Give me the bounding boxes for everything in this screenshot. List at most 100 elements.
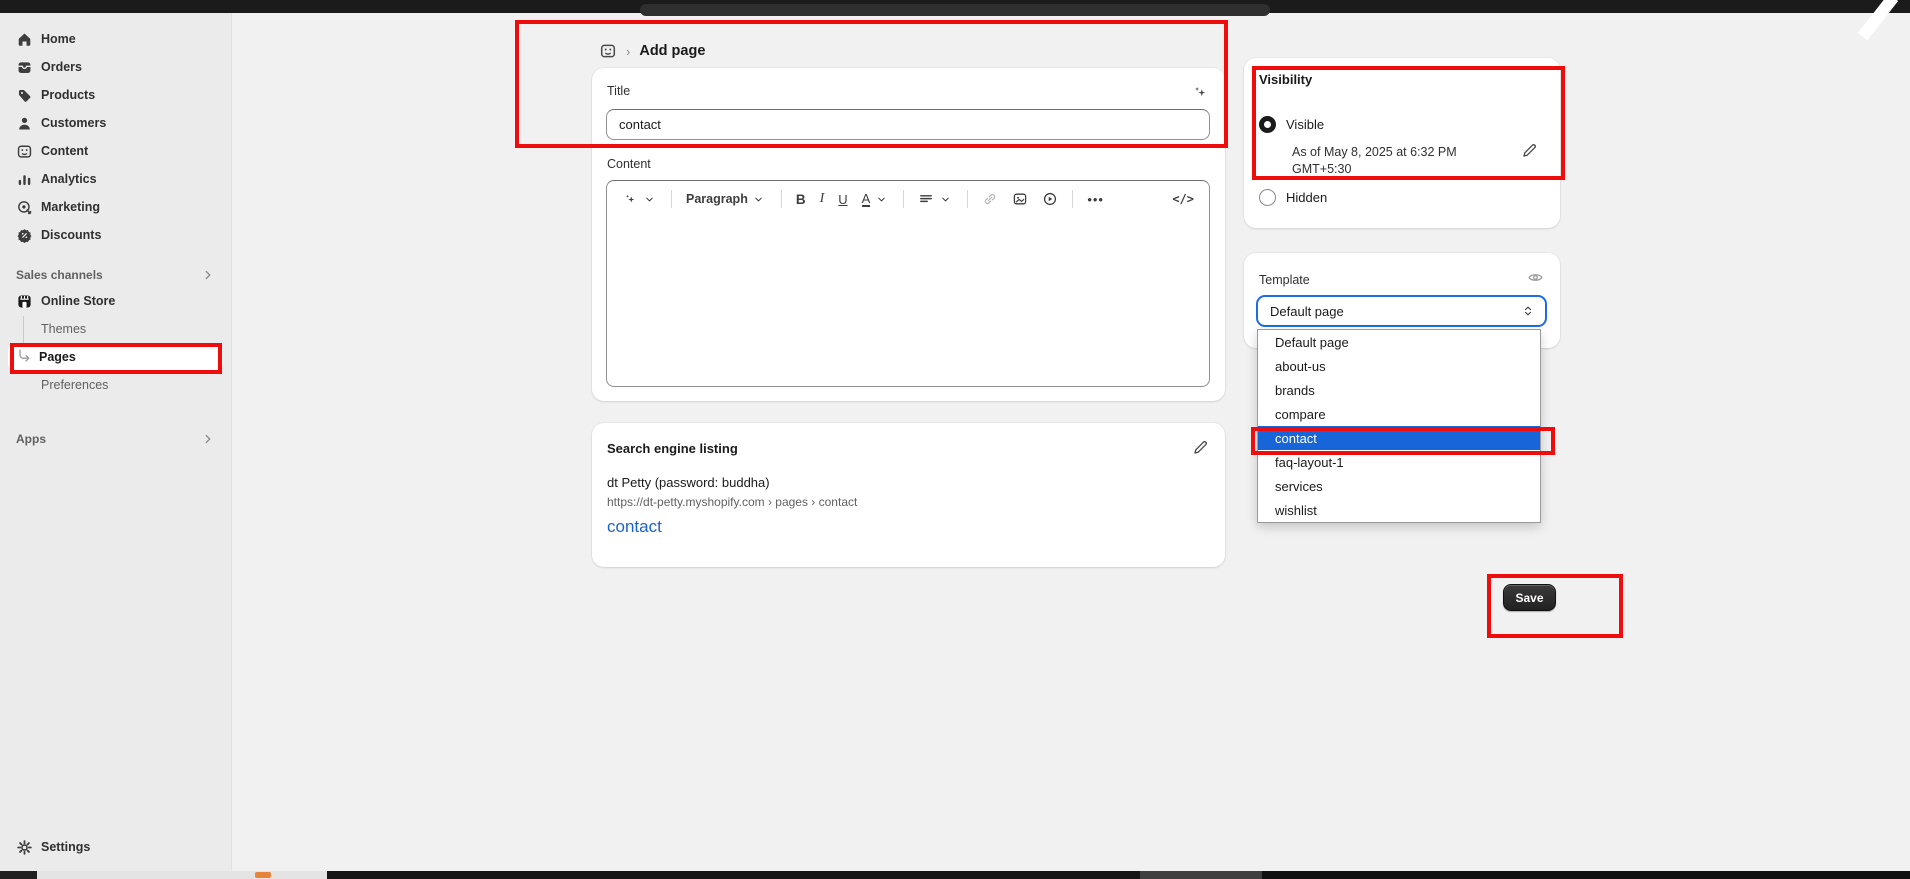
page-icon[interactable] (599, 42, 617, 60)
sidebar-item-themes[interactable]: Themes (8, 315, 223, 343)
sidebar-item-orders[interactable]: Orders (8, 53, 223, 81)
alignment-button[interactable] (913, 188, 958, 210)
italic-label: I (820, 191, 825, 207)
sidebar-item-settings[interactable]: Settings (8, 833, 223, 861)
sidebar-item-marketing[interactable]: Marketing (8, 193, 223, 221)
template-option-wishlist[interactable]: wishlist (1258, 498, 1540, 522)
sidebar-item-home[interactable]: Home (8, 25, 223, 53)
insert-image-button[interactable] (1007, 188, 1033, 210)
chevron-down-icon (641, 191, 657, 207)
template-option-about-us[interactable]: about-us (1258, 354, 1540, 378)
apps-label: Apps (16, 432, 46, 446)
discounts-icon (16, 227, 33, 244)
text-color-button[interactable]: A (857, 188, 895, 210)
sidebar-item-label: Content (41, 144, 88, 158)
template-option-services[interactable]: services (1258, 474, 1540, 498)
topbar-search-pill[interactable] (640, 4, 1270, 16)
sidebar-item-label: Marketing (41, 200, 100, 214)
sidebar-item-label: Pages (39, 350, 76, 364)
template-option-contact[interactable]: contact (1258, 426, 1540, 450)
toolbar-divider (1072, 190, 1073, 208)
edit-pencil-icon[interactable] (1192, 439, 1209, 456)
toolbar-divider (781, 190, 782, 208)
visible-radio-option[interactable]: Visible (1259, 116, 1324, 133)
chevron-down-icon (937, 191, 953, 207)
bold-button[interactable]: B (791, 189, 811, 210)
template-option-brands[interactable]: brands (1258, 378, 1540, 402)
more-options-button[interactable]: ••• (1082, 189, 1109, 210)
products-icon (16, 87, 33, 104)
tree-branch-arrow-icon (16, 349, 32, 365)
title-input[interactable] (606, 109, 1210, 140)
seo-card: Search engine listing dt Petty (password… (592, 423, 1225, 567)
visibility-heading: Visibility (1259, 72, 1312, 87)
content-icon (16, 143, 33, 160)
chevron-down-icon (873, 191, 889, 207)
editor-toolbar: Paragraph B I U A (607, 181, 1209, 217)
paragraph-style-label: Paragraph (686, 192, 748, 206)
eye-icon[interactable] (1527, 269, 1544, 286)
sidebar-item-products[interactable]: Products (8, 81, 223, 109)
edit-pencil-icon[interactable] (1521, 142, 1538, 159)
seo-page-link: contact (607, 517, 662, 537)
visibility-note-line1: As of May 8, 2025 at 6:32 PM (1292, 144, 1457, 161)
save-button[interactable]: Save (1503, 584, 1556, 611)
taskbar-logo-artifact (255, 872, 271, 878)
align-left-icon (918, 191, 934, 207)
magic-sparkle-icon[interactable] (1192, 84, 1209, 101)
sidebar-item-label: Home (41, 32, 76, 46)
html-code-label: </> (1172, 192, 1194, 206)
taskbar-strip (0, 871, 37, 879)
taskbar-strip (327, 871, 1140, 879)
sidebar-item-online-store[interactable]: Online Store (8, 287, 223, 315)
title-field-label: Title (607, 84, 630, 98)
sidebar-item-label: Themes (41, 322, 86, 336)
sidebar-item-preferences[interactable]: Preferences (8, 371, 223, 399)
visibility-card: Visibility Visible As of May 8, 2025 at … (1244, 58, 1560, 228)
template-option-compare[interactable]: compare (1258, 402, 1540, 426)
gear-icon (16, 839, 33, 856)
insert-link-button[interactable] (977, 188, 1003, 210)
breadcrumb-separator: › (626, 44, 630, 59)
sidebar-item-label: Products (41, 88, 95, 102)
insert-video-button[interactable] (1037, 188, 1063, 210)
apps-header: Apps (8, 427, 223, 451)
marketing-icon (16, 199, 33, 216)
underline-label: U (838, 192, 847, 207)
sidebar-item-discounts[interactable]: Discounts (8, 221, 223, 249)
template-option-faq-layout-1[interactable]: faq-layout-1 (1258, 450, 1540, 474)
chevron-right-icon[interactable] (201, 268, 215, 282)
select-stepper-icon (1521, 304, 1535, 318)
sidebar-item-label: Orders (41, 60, 82, 74)
seo-url: https://dt-petty.myshopify.com › pages ›… (607, 495, 857, 509)
sidebar-item-analytics[interactable]: Analytics (8, 165, 223, 193)
sales-channels-header: Sales channels (8, 263, 223, 287)
toolbar-divider (967, 190, 968, 208)
hidden-radio-option[interactable]: Hidden (1259, 189, 1327, 206)
template-select[interactable]: Default page (1256, 295, 1547, 327)
italic-button[interactable]: I (815, 188, 830, 210)
customers-icon (16, 115, 33, 132)
template-label: Template (1259, 273, 1310, 287)
rich-text-editor: Paragraph B I U A (606, 180, 1210, 387)
analytics-icon (16, 171, 33, 188)
sidebar-item-label: Settings (41, 840, 90, 854)
image-icon (1012, 191, 1028, 207)
magic-writer-button[interactable] (617, 188, 662, 210)
sidebar-item-pages[interactable]: Pages (8, 343, 223, 371)
underline-button[interactable]: U (833, 189, 852, 210)
paragraph-style-dropdown[interactable]: Paragraph (681, 188, 772, 210)
toolbar-divider (903, 190, 904, 208)
template-option-default-page[interactable]: Default page (1258, 330, 1540, 354)
content-editor-area[interactable] (607, 217, 1209, 387)
chevron-down-icon (751, 191, 767, 207)
sidebar-item-customers[interactable]: Customers (8, 109, 223, 137)
taskbar-strip (37, 871, 327, 879)
breadcrumb: › Add page (599, 42, 705, 60)
sidebar-item-content[interactable]: Content (8, 137, 223, 165)
chevron-right-icon[interactable] (201, 432, 215, 446)
video-play-icon (1042, 191, 1058, 207)
html-code-button[interactable]: </> (1167, 189, 1199, 209)
visibility-note: As of May 8, 2025 at 6:32 PM GMT+5:30 (1292, 144, 1457, 178)
sidebar-item-label: Discounts (41, 228, 101, 242)
